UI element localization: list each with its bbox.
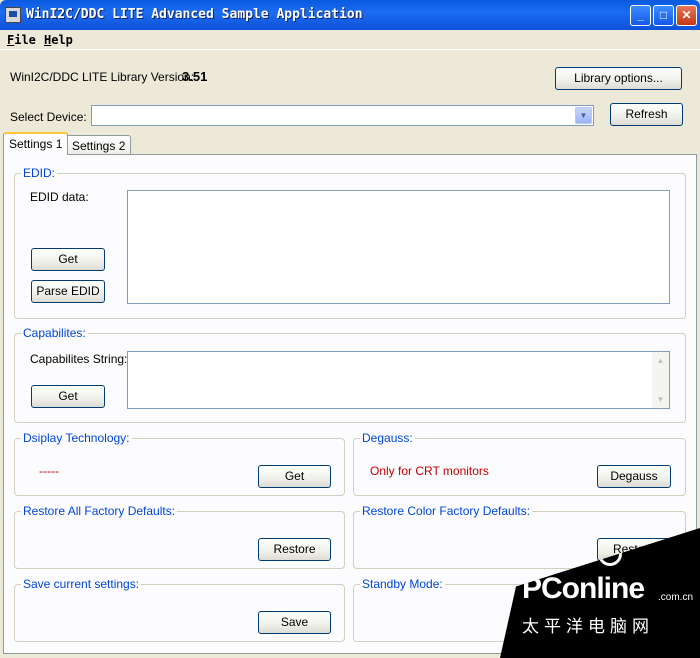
library-options-button[interactable]: Library options... xyxy=(555,67,682,90)
parse-edid-button[interactable]: Parse EDID xyxy=(31,280,105,303)
title-bar: WinI2C/DDC LITE Advanced Sample Applicat… xyxy=(0,0,700,30)
tab-settings-1[interactable]: Settings 1 xyxy=(3,132,69,155)
save-settings-group: Save current settings: Save xyxy=(14,577,345,642)
library-version-label: WinI2C/DDC LITE Library Version: xyxy=(10,70,195,84)
edid-get-button[interactable]: Get xyxy=(31,248,105,271)
restore-color-group-title: Restore Color Factory Defaults: xyxy=(360,504,533,518)
menu-help[interactable]: Help xyxy=(44,33,73,47)
edid-group-title: EDID: xyxy=(21,166,58,180)
display-technology-group-title: Dsiplay Technology: xyxy=(21,431,132,445)
display-technology-value: ----- xyxy=(39,464,59,478)
library-version-value: 3.51 xyxy=(182,69,208,84)
capabilities-scrollbar[interactable]: ▲ ▼ xyxy=(652,352,669,408)
edid-data-label: EDID data: xyxy=(30,190,89,204)
menu-file[interactable]: File xyxy=(7,33,36,47)
close-button[interactable]: ✕ xyxy=(676,5,697,26)
chevron-down-icon[interactable]: ▼ xyxy=(575,107,592,124)
watermark-chinese: 太平洋电脑网 xyxy=(522,617,654,636)
restore-all-button[interactable]: Restore xyxy=(258,538,331,561)
maximize-button[interactable]: □ xyxy=(653,5,674,26)
minimize-button[interactable]: _ xyxy=(630,5,651,26)
save-button[interactable]: Save xyxy=(258,611,331,634)
degauss-group-title: Degauss: xyxy=(360,431,415,445)
degauss-note: Only for CRT monitors xyxy=(370,464,489,478)
scroll-up-icon[interactable]: ▲ xyxy=(653,353,668,368)
tab-settings-2[interactable]: Settings 2 xyxy=(66,135,132,156)
select-device-label: Select Device: xyxy=(10,110,87,124)
edid-data-field[interactable] xyxy=(127,190,670,304)
capabilities-string-field[interactable]: ▲ ▼ xyxy=(127,351,670,409)
capabilities-group-title: Capabilites: xyxy=(21,326,88,340)
capabilities-string-label: Capabilites String: xyxy=(30,352,128,366)
restore-all-group: Restore All Factory Defaults: Restore xyxy=(14,504,345,569)
maximize-icon: □ xyxy=(659,8,668,22)
degauss-group: Degauss: Only for CRT monitors Degauss xyxy=(353,431,686,496)
scroll-down-icon[interactable]: ▼ xyxy=(653,392,668,407)
capabilities-get-button[interactable]: Get xyxy=(31,385,105,408)
minimize-icon: _ xyxy=(637,8,644,22)
refresh-button[interactable]: Refresh xyxy=(610,103,683,126)
display-technology-get-button[interactable]: Get xyxy=(258,465,331,488)
device-select[interactable]: ▼ xyxy=(91,105,594,126)
edid-group: EDID: EDID data: Get Parse EDID xyxy=(14,166,686,319)
standby-group-title: Standby Mode: xyxy=(360,577,445,591)
window-title: WinI2C/DDC LITE Advanced Sample Applicat… xyxy=(26,7,363,22)
menu-bar: File Help xyxy=(0,30,700,50)
save-settings-group-title: Save current settings: xyxy=(21,577,142,591)
app-icon[interactable] xyxy=(5,7,21,23)
degauss-button[interactable]: Degauss xyxy=(597,465,671,488)
capabilities-group: Capabilites: Capabilites String: ▲ ▼ Get xyxy=(14,326,686,423)
restore-all-group-title: Restore All Factory Defaults: xyxy=(21,504,178,518)
watermark-domain: .com.cn xyxy=(658,592,694,603)
display-technology-group: Dsiplay Technology: ----- Get xyxy=(14,431,345,496)
close-icon: ✕ xyxy=(681,8,692,22)
